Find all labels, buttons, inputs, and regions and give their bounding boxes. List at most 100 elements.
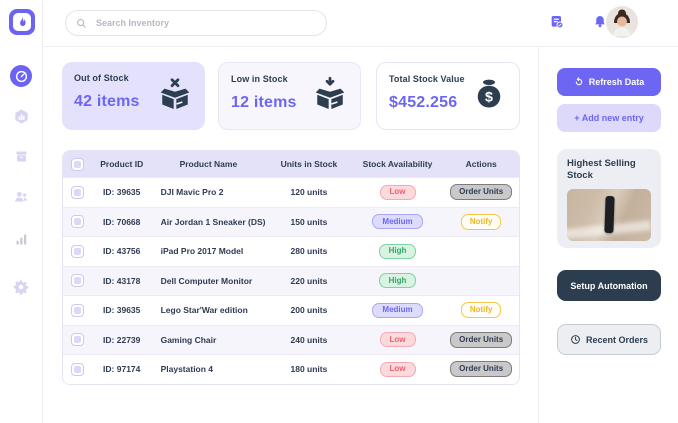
availability-cell: Medium xyxy=(352,208,444,237)
inventory-table: Product ID Product Name Units in Stock S… xyxy=(62,150,520,385)
table-row: ID: 39635DJI Mavic Pro 2120 units Low Orde… xyxy=(63,177,519,207)
product-name-cell: Dell Computer Monitor xyxy=(151,267,267,296)
notify-button[interactable]: Notify xyxy=(461,302,502,318)
right-panel: Refresh Data + Add new entry Highest Sel… xyxy=(538,47,678,423)
search-bar[interactable] xyxy=(65,10,327,36)
product-id-cell: ID: 39635 xyxy=(93,178,151,207)
order-units-button[interactable]: Order Units xyxy=(450,184,512,200)
order-units-button[interactable]: Order Units xyxy=(450,361,512,377)
stat-card-total-stock-value: Total Stock Value $452.256 $ xyxy=(376,62,520,130)
actions-cell xyxy=(443,267,519,296)
table-row: ID: 97174Playstation 4180 unitsLowOrder … xyxy=(63,354,519,384)
availability-badge: High xyxy=(379,273,417,288)
product-name-cell: Gaming Chair xyxy=(151,326,267,355)
stat-card-low-in-stock: Low in Stock 12 items xyxy=(218,62,361,130)
setup-automation-label: Setup Automation xyxy=(570,281,647,291)
product-name-cell: DJI Mavic Pro 2 xyxy=(151,178,267,207)
notify-button[interactable]: Notify xyxy=(461,214,502,230)
availability-cell: Medium xyxy=(352,296,444,325)
product-photo-device xyxy=(604,196,614,233)
units-in-stock-cell: 200 units xyxy=(266,296,352,325)
app-logo[interactable] xyxy=(9,9,35,35)
units-in-stock-cell: 220 units xyxy=(266,267,352,296)
order-units-button[interactable]: Order Units xyxy=(450,332,512,348)
availability-badge: Low xyxy=(380,362,416,377)
availability-badge: Low xyxy=(380,332,416,347)
availability-badge: Medium xyxy=(372,303,422,318)
availability-cell: Low xyxy=(352,178,444,207)
row-checkbox-cell xyxy=(63,355,93,384)
stat-label: Total Stock Value xyxy=(389,74,465,84)
inventory-dashboard: Out of Stock 42 items Low in Stock 12 it… xyxy=(0,0,678,423)
refresh-icon xyxy=(574,77,584,87)
select-all-checkbox[interactable] xyxy=(71,158,84,171)
row-checkbox-cell xyxy=(63,326,93,355)
column-header-units: Units in Stock xyxy=(266,151,352,177)
recent-orders-label: Recent Orders xyxy=(586,335,648,345)
actions-cell xyxy=(443,237,519,266)
add-new-entry-label: + Add new entry xyxy=(574,113,643,123)
actions-cell: Order Units xyxy=(443,326,519,355)
highest-selling-product-image xyxy=(567,189,651,241)
sidebar-item-customers[interactable] xyxy=(10,185,32,207)
refresh-data-label: Refresh Data xyxy=(589,77,645,87)
availability-cell: Low xyxy=(352,326,444,355)
availability-badge: Low xyxy=(380,185,416,200)
checkbox-fill xyxy=(74,248,81,255)
units-in-stock-cell: 150 units xyxy=(266,208,352,237)
stat-value: $452.256 xyxy=(389,94,465,112)
availability-cell: Low xyxy=(352,355,444,384)
table-row: ID: 43178Dell Computer Monitor220 unitsH… xyxy=(63,266,519,296)
product-id-cell: ID: 22739 xyxy=(93,326,151,355)
table-row: ID: 43756iPad Pro 2017 Model280 unitsHig… xyxy=(63,236,519,266)
orders-check-icon[interactable] xyxy=(549,14,567,32)
refresh-data-button[interactable]: Refresh Data xyxy=(557,68,661,96)
row-checkbox[interactable] xyxy=(71,215,84,228)
availability-cell: High xyxy=(352,267,444,296)
row-checkbox[interactable] xyxy=(71,363,84,376)
user-avatar[interactable] xyxy=(606,6,638,38)
availability-badge: Medium xyxy=(372,214,422,229)
column-header-product-id: Product ID xyxy=(93,151,151,177)
actions-cell: Notify xyxy=(443,208,519,237)
product-id-cell: ID: 97174 xyxy=(93,355,151,384)
row-checkbox[interactable] xyxy=(71,186,84,199)
checkbox-fill xyxy=(74,336,81,343)
sidebar xyxy=(0,0,43,423)
stat-card-out-of-stock: Out of Stock 42 items xyxy=(62,62,205,130)
product-name-cell: Playstation 4 xyxy=(151,355,267,384)
row-checkbox-cell xyxy=(63,296,93,325)
product-id-cell: ID: 43756 xyxy=(93,237,151,266)
setup-automation-button[interactable]: Setup Automation xyxy=(557,270,661,301)
box-low-stock-icon xyxy=(312,76,348,117)
column-header-availability: Stock Availability xyxy=(352,151,444,177)
sidebar-item-inventory[interactable] xyxy=(10,145,32,167)
highest-selling-stock-card: Highest Selling Stock xyxy=(557,149,661,248)
table-body: ID: 39635DJI Mavic Pro 2120 units Low Orde… xyxy=(63,177,519,384)
table-row: ID: 22739Gaming Chair240 unitsLowOrder U… xyxy=(63,325,519,355)
search-input[interactable] xyxy=(94,17,316,29)
sidebar-item-dashboard[interactable] xyxy=(10,65,32,87)
product-id-cell: ID: 70668 xyxy=(93,208,151,237)
actions-cell: Notify xyxy=(443,296,519,325)
units-in-stock-cell: 120 units xyxy=(266,178,352,207)
units-in-stock-cell: 280 units xyxy=(266,237,352,266)
checkbox-fill xyxy=(74,218,81,225)
checkbox-fill xyxy=(74,366,81,373)
availability-cell: High xyxy=(352,237,444,266)
money-bag-icon: $ xyxy=(471,76,507,117)
checkbox-fill xyxy=(74,307,81,314)
row-checkbox[interactable] xyxy=(71,333,84,346)
row-checkbox[interactable] xyxy=(71,274,84,287)
table-header-row: Product ID Product Name Units in Stock S… xyxy=(63,151,519,177)
sidebar-item-reports[interactable] xyxy=(10,228,32,250)
sidebar-item-analytics[interactable] xyxy=(10,105,32,127)
table-row: ID: 39635Lego Star'War edition200 unitsM… xyxy=(63,295,519,325)
recent-orders-button[interactable]: Recent Orders xyxy=(557,324,661,355)
add-new-entry-button[interactable]: + Add new entry xyxy=(557,104,661,132)
flame-icon xyxy=(13,13,31,31)
row-checkbox[interactable] xyxy=(71,245,84,258)
column-header-product-name: Product Name xyxy=(151,151,267,177)
sidebar-item-settings[interactable] xyxy=(10,276,32,298)
row-checkbox[interactable] xyxy=(71,304,84,317)
